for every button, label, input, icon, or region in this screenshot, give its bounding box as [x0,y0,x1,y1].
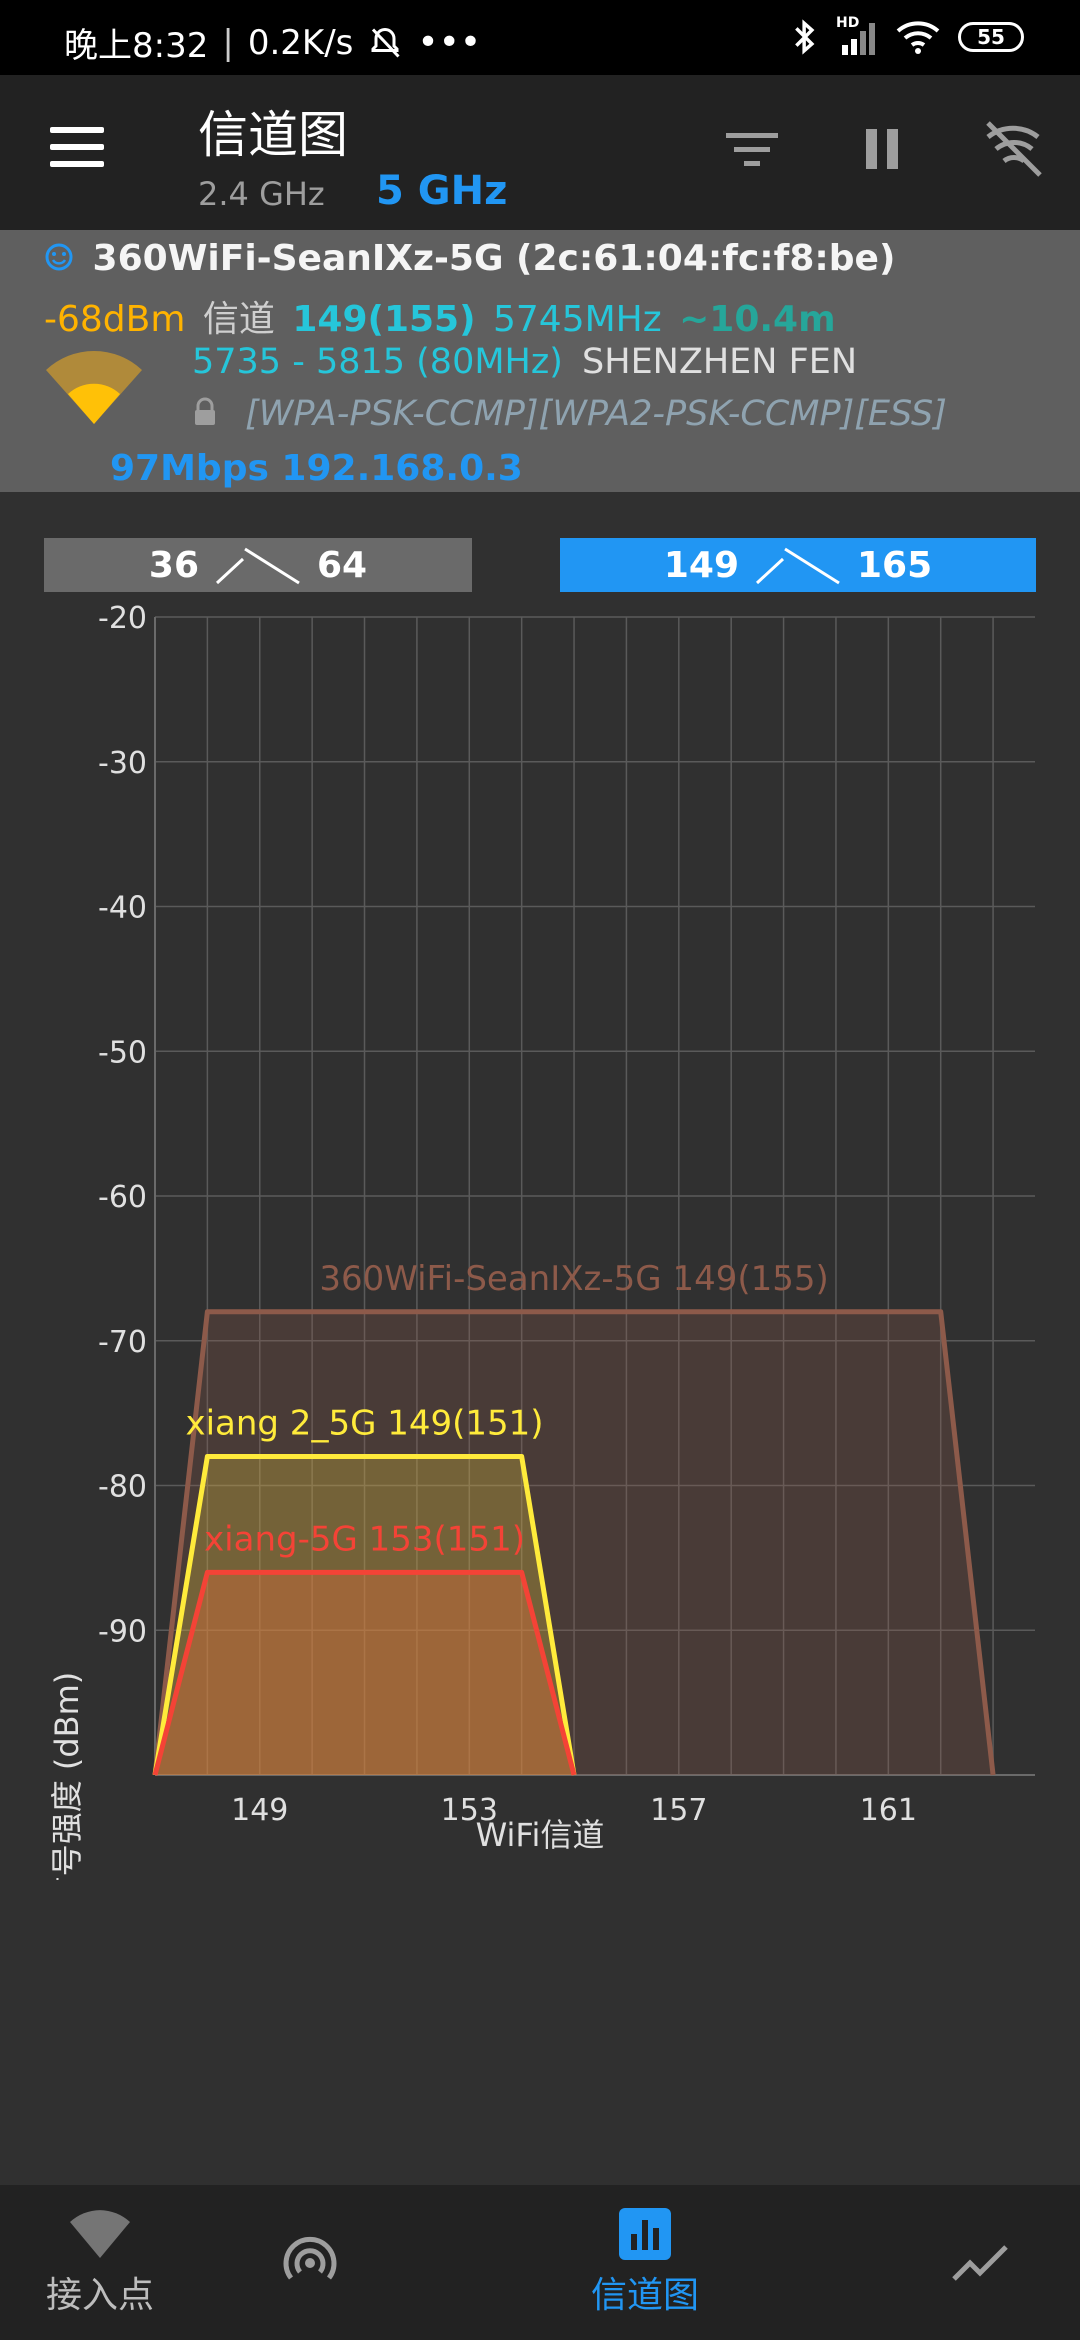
nav-label: 信道图 [590,2274,699,2316]
channel-range-36-64-button[interactable]: 36 64 [44,538,472,592]
x-tick-label: 161 [860,1793,917,1828]
range-end: 64 [317,544,368,586]
y-tick-label: -40 [98,891,147,926]
app-bar: 信道图 2.4 GHz 5 GHz [0,75,1080,230]
lock-icon [195,397,215,425]
menu-icon[interactable] [50,127,104,167]
range-start: 149 [663,544,739,586]
ssid-line: 360WiFi-SeanIXz-5G (2c:61:04:fc:f8:be) [44,238,895,279]
status-divider: | [222,22,234,63]
nav-signal-rings[interactable] [260,2185,360,2340]
nav-channel-graph[interactable]: 信道图 [570,2185,720,2340]
y-tick-label: -80 [98,1470,147,1505]
vendor: SHENZHEN FEN [582,342,858,382]
security-value: [WPA-PSK-CCMP][WPA2-PSK-CCMP][ESS] [245,394,947,434]
status-left: 晚上8:32 | 0.2K/s ••• [64,18,481,67]
wifi-status-icon [896,21,940,54]
x-tick-label: 157 [650,1793,707,1828]
series-label: xiang-5G 153(151) [204,1519,525,1559]
filter-icon[interactable] [720,117,784,181]
wifi-icon [70,2209,130,2258]
more-dots-icon: ••• [417,22,482,63]
frequency-range: 5735 - 5815 (80MHz) [192,342,563,382]
band-2-4ghz-tab[interactable]: 2.4 GHz [198,175,325,213]
security-line: [WPA-PSK-CCMP][WPA2-PSK-CCMP][ESS] [192,394,947,434]
channel-graph: -20-30-40-50-60-70-80-90 149 153 157 161 36… [48,601,1035,1880]
series-area [155,1572,575,1775]
speed-ip: 97Mbps 192.168.0.3 [110,448,523,489]
y-tick-label: -70 [98,1325,147,1360]
range-end: 165 [857,544,933,586]
peak-icon [215,547,300,585]
x-axis-label: WiFi信道 [476,1816,605,1854]
wifi-signal-icon [46,350,142,424]
status-bar: 晚上8:32 | 0.2K/s ••• HD 55 [0,0,1080,75]
y-tick-label: -90 [98,1614,147,1649]
peak-icon [755,547,840,585]
bar-chart-icon [619,2207,671,2260]
bluetooth-icon [795,19,815,55]
status-right: HD 55 [792,15,1024,56]
frequency: 5745MHz [493,299,662,340]
page-title: 信道图 [198,106,348,164]
signal-strength: -68dBm [44,299,186,340]
channel-range-149-165-button[interactable]: 149 165 [560,538,1036,592]
y-tick-label: -20 [98,601,147,636]
y-tick-label: -50 [98,1035,147,1070]
smiley-icon [45,243,73,271]
connection-info-panel[interactable]: 360WiFi-SeanIXz-5G (2c:61:04:fc:f8:be) -… [0,230,1080,492]
mute-bell-icon [371,27,400,58]
signal-rings-icon [283,2236,337,2280]
band-5ghz-tab[interactable]: 5 GHz [376,168,507,214]
channel-label: 信道 [202,299,275,340]
channel-value: 149(155) [292,299,476,340]
nav-time-graph[interactable] [940,2185,1020,2340]
x-tick-label: 149 [231,1793,288,1828]
cell-signal-icon: HD [836,15,878,55]
pause-icon[interactable] [850,117,914,181]
y-axis-label: 信号强度 (dBm) [48,1672,86,1880]
distance: ~10.4m [679,299,836,340]
range-start: 36 [148,544,199,586]
series-label: xiang 2_5G 149(151) [185,1404,543,1444]
signal-line: -68dBm 信道 149(155) 5745MHz ~10.4m [44,290,836,342]
status-time: 晚上8:32 [64,26,209,66]
series-label: 360WiFi-SeanIXz-5G 149(155) [319,1259,828,1299]
status-speed: 0.2K/s [247,22,354,63]
nav-access-points[interactable]: 接入点 [30,2185,170,2340]
nav-label: 接入点 [45,2274,154,2316]
battery-icon: 55 [958,22,1024,52]
y-tick-label: -60 [98,1180,147,1215]
y-tick-label: -30 [98,746,147,781]
range-line: 5735 - 5815 (80MHz) SHENZHEN FEN [192,342,857,382]
y-axis-ticks: -20 -30 -40 -50 -60 -70 -80 -90 [98,601,147,1649]
ssid-mac: 360WiFi-SeanIXz-5G (2c:61:04:fc:f8:be) [92,238,896,279]
trend-line-icon [952,2244,1008,2281]
wifi-off-icon[interactable] [982,117,1046,181]
bottom-navigation: 接入点 信道图 [0,2185,1080,2340]
